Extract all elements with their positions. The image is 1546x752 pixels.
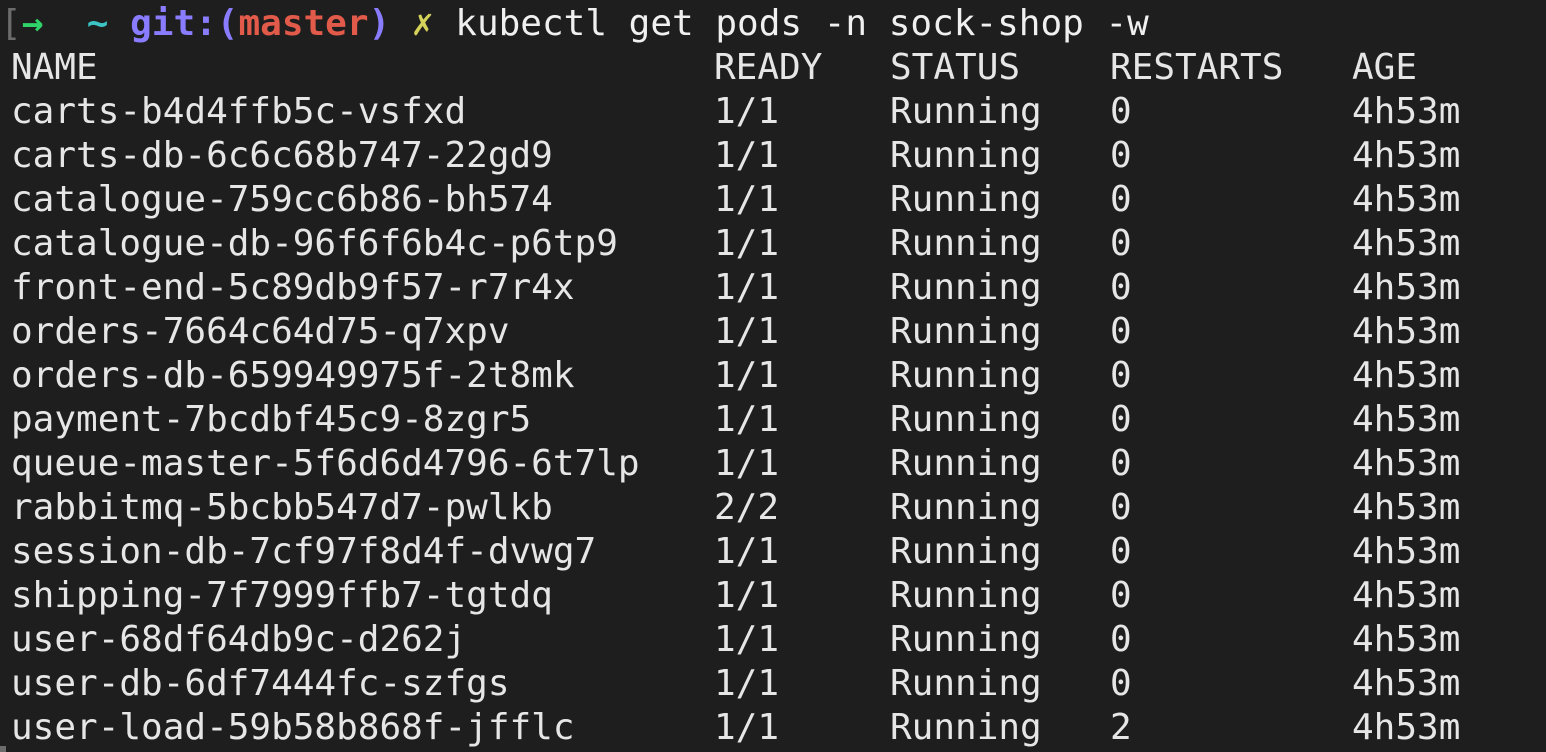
cell-restarts: 0 (1110, 311, 1132, 352)
cell-age: 4h53m (1352, 575, 1461, 616)
cell-name: shipping-7f7999ffb7-tgtdq (11, 575, 553, 616)
cell-status: Running (890, 399, 1042, 440)
cell-status: Running (890, 355, 1042, 396)
cell-status: Running (890, 267, 1042, 308)
cell-age: 4h53m (1352, 311, 1461, 352)
cell-status: Running (890, 531, 1042, 572)
cell-name: user-68df64db9c-d262j (11, 619, 467, 660)
cell-ready: 2/2 (714, 487, 780, 528)
cell-name: catalogue-759cc6b86-bh574 (11, 179, 553, 220)
header-status: STATUS (890, 47, 1021, 88)
cell-status: Running (890, 179, 1042, 220)
cell-restarts: 0 (1110, 575, 1132, 616)
cell-name: user-db-6df7444fc-szfgs (11, 663, 510, 704)
cell-name: queue-master-5f6d6d4796-6t7lp (11, 443, 640, 484)
dirty-mark-icon: ✗ (411, 3, 434, 44)
cell-ready: 1/1 (714, 311, 780, 352)
cell-status: Running (890, 619, 1042, 660)
git-branch: master (238, 3, 369, 44)
header-ready: READY (714, 47, 823, 88)
cell-age: 4h53m (1352, 663, 1461, 704)
cell-ready: 1/1 (714, 355, 780, 396)
cell-status: Running (890, 663, 1042, 704)
cell-ready: 1/1 (714, 267, 780, 308)
cell-restarts: 2 (1110, 707, 1132, 748)
prompt-bracket: [ (0, 3, 22, 44)
cell-age: 4h53m (1352, 531, 1461, 572)
cell-status: Running (890, 575, 1042, 616)
cell-status: Running (890, 443, 1042, 484)
cell-status: Running (890, 135, 1042, 176)
cell-name: orders-7664c64d75-q7xpv (11, 311, 510, 352)
cell-age: 4h53m (1352, 355, 1461, 396)
git-label-close: ) (368, 3, 391, 44)
cell-restarts: 0 (1110, 531, 1132, 572)
cell-age: 4h53m (1352, 223, 1461, 264)
cell-restarts: 0 (1110, 619, 1132, 660)
cell-name: front-end-5c89db9f57-r7r4x (11, 267, 575, 308)
cell-restarts: 0 (1110, 223, 1132, 264)
cell-status: Running (890, 223, 1042, 264)
cell-restarts: 0 (1110, 487, 1132, 528)
cell-ready: 1/1 (714, 575, 780, 616)
header-age: AGE (1352, 47, 1418, 88)
cell-name: catalogue-db-96f6f6b4c-p6tp9 (11, 223, 618, 264)
cell-restarts: 0 (1110, 355, 1132, 396)
header-restarts: RESTARTS (1110, 47, 1284, 88)
cell-ready: 1/1 (714, 223, 780, 264)
cell-restarts: 0 (1110, 179, 1132, 220)
cell-age: 4h53m (1352, 707, 1461, 748)
cell-restarts: 0 (1110, 135, 1132, 176)
cell-ready: 1/1 (714, 399, 780, 440)
cell-status: Running (890, 487, 1042, 528)
cell-ready: 1/1 (714, 91, 780, 132)
header-name: NAME (11, 47, 98, 88)
cell-ready: 1/1 (714, 663, 780, 704)
cursor-marker (0, 746, 6, 752)
cell-age: 4h53m (1352, 619, 1461, 660)
cell-age: 4h53m (1352, 399, 1461, 440)
cell-age: 4h53m (1352, 267, 1461, 308)
cell-restarts: 0 (1110, 399, 1132, 440)
cell-age: 4h53m (1352, 179, 1461, 220)
cell-name: payment-7bcdbf45c9-8zgr5 (11, 399, 532, 440)
git-label: git:( (130, 3, 239, 44)
prompt-line: [→ ~ git:(master) ✗ kubectl get pods -n … (0, 2, 1149, 46)
cell-restarts: 0 (1110, 663, 1132, 704)
cell-name: rabbitmq-5bcbb547d7-pwlkb (11, 487, 553, 528)
cell-status: Running (890, 707, 1042, 748)
cell-age: 4h53m (1352, 91, 1461, 132)
cell-name: user-load-59b58b868f-jfflc (11, 707, 575, 748)
cell-ready: 1/1 (714, 531, 780, 572)
cell-name: carts-db-6c6c68b747-22gd9 (11, 135, 553, 176)
prompt-arrow-icon: → (21, 3, 44, 44)
terminal-window[interactable]: [→ ~ git:(master) ✗ kubectl get pods -n … (0, 0, 1546, 752)
cell-age: 4h53m (1352, 443, 1461, 484)
cell-age: 4h53m (1352, 487, 1461, 528)
cell-name: session-db-7cf97f8d4f-dvwg7 (11, 531, 597, 572)
cell-status: Running (890, 311, 1042, 352)
cell-restarts: 0 (1110, 267, 1132, 308)
cell-ready: 1/1 (714, 443, 780, 484)
prompt-directory: ~ (86, 3, 109, 44)
cell-name: orders-db-659949975f-2t8mk (11, 355, 575, 396)
cell-age: 4h53m (1352, 135, 1461, 176)
cell-name: carts-b4d4ffb5c-vsfxd (11, 91, 467, 132)
cell-ready: 1/1 (714, 619, 780, 660)
command-text: kubectl get pods -n sock-shop -w (455, 3, 1149, 44)
cell-ready: 1/1 (714, 135, 780, 176)
cell-restarts: 0 (1110, 91, 1132, 132)
cell-ready: 1/1 (714, 707, 780, 748)
cell-status: Running (890, 91, 1042, 132)
cell-restarts: 0 (1110, 443, 1132, 484)
cell-ready: 1/1 (714, 179, 780, 220)
